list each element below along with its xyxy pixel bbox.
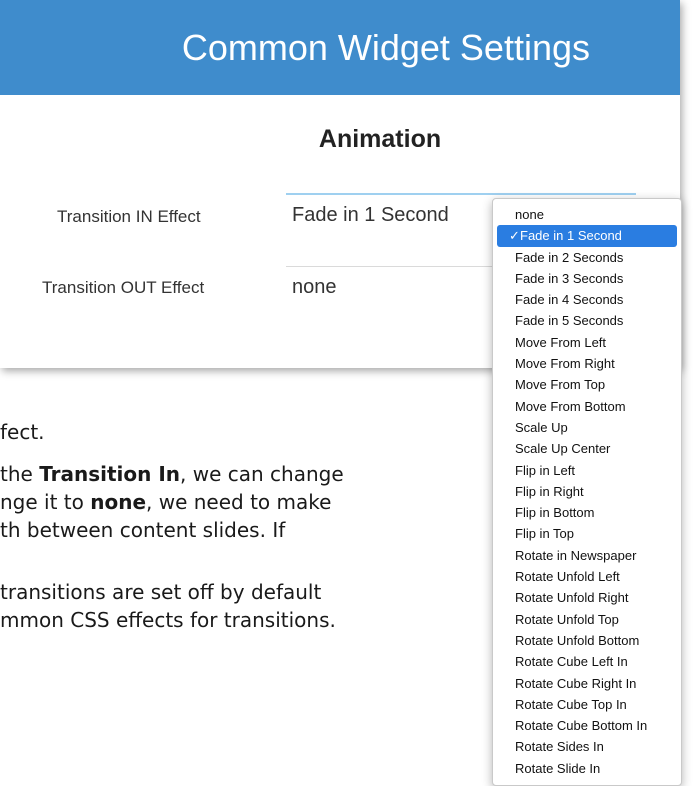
dropdown-option-label: Flip in Left (515, 462, 575, 478)
dropdown-option[interactable]: Fade in 3 Seconds (493, 268, 681, 289)
dropdown-option-label: Rotate Sides In (515, 739, 604, 755)
transition-dropdown-list[interactable]: none ✓Fade in 1 Second Fade in 2 Seconds Fa… (492, 198, 682, 786)
dropdown-option-label: Fade in 4 Seconds (515, 292, 624, 308)
doc-text: nge it to (0, 490, 91, 514)
dropdown-option[interactable]: Fade in 5 Seconds (493, 310, 681, 331)
doc-line-1: fect. (0, 420, 45, 444)
dropdown-option-label: Move From Left (515, 334, 607, 350)
dropdown-option-label: Flip in Top (515, 526, 575, 542)
dropdown-option[interactable]: Rotate Unfold Bottom (493, 630, 681, 651)
dropdown-option[interactable]: Flip in Right (493, 481, 681, 502)
dropdown-option[interactable]: Move From Left (493, 332, 681, 353)
dropdown-option[interactable]: Rotate Sides In (493, 736, 681, 757)
dropdown-option-label: Rotate in Newspaper (515, 547, 637, 563)
dropdown-option[interactable]: Scale Up (493, 417, 681, 438)
dropdown-option[interactable]: none (493, 204, 681, 225)
dropdown-option[interactable]: Rotate Unfold Right (493, 587, 681, 608)
dropdown-option[interactable]: Rotate Cube Left In (493, 651, 681, 672)
dropdown-option[interactable]: Rotate in Newspaper (493, 545, 681, 566)
dropdown-option-label: Fade in 1 Second (520, 228, 622, 244)
dropdown-option[interactable]: Rotate Unfold Left (493, 566, 681, 587)
transition-out-label: Transition OUT Effect (42, 278, 205, 297)
dropdown-option-label: Rotate Unfold Right (515, 590, 629, 606)
dropdown-option-label: Rotate Slide In (515, 760, 601, 776)
dropdown-option-label: Rotate Unfold Left (515, 569, 620, 585)
dropdown-option-label: Rotate Unfold Top (515, 611, 619, 627)
dropdown-option[interactable]: Rotate Slide In (493, 758, 681, 779)
dropdown-option[interactable]: Move From Right (493, 353, 681, 374)
dropdown-option[interactable]: ✓Fade in 1 Second (497, 225, 677, 247)
dropdown-option-label: Rotate Cube Right In (515, 675, 637, 691)
section-title: Animation (318, 125, 442, 153)
checkmark-icon: ✓ (509, 228, 520, 244)
dropdown-option-label: Rotate Cube Left In (515, 654, 628, 670)
dropdown-option-label: Rotate Unfold Bottom (515, 632, 640, 648)
doc-text: , we can change (180, 462, 344, 486)
transition-in-label: Transition IN Effect (57, 207, 201, 226)
dropdown-option[interactable]: Rotate Unfold Top (493, 609, 681, 630)
dropdown-option-label: Fade in 2 Seconds (515, 249, 624, 265)
dropdown-option[interactable]: Flip in Bottom (493, 502, 681, 523)
panel-header: Common Widget Settings (0, 0, 680, 95)
doc-text: the (0, 462, 40, 486)
dropdown-option-label: Move From Bottom (515, 398, 626, 414)
dropdown-option[interactable]: Move From Top (493, 374, 681, 395)
doc-line-6: mmon CSS effects for transitions. (0, 608, 336, 632)
doc-line-3: nge it to none, we need to make (0, 490, 331, 514)
dropdown-option-label: Move From Right (515, 356, 615, 372)
dropdown-option-label: Move From Top (515, 377, 606, 393)
dropdown-option[interactable]: Fade in 2 Seconds (493, 247, 681, 268)
dropdown-option-label: Flip in Right (515, 483, 584, 499)
doc-line-4: th between content slides. If (0, 518, 286, 542)
dropdown-option-label: Rotate Cube Top In (515, 696, 627, 712)
dropdown-option-label: Flip in Bottom (515, 505, 595, 521)
dropdown-option[interactable]: Flip in Top (493, 523, 681, 544)
dropdown-option[interactable]: Flip in Left (493, 460, 681, 481)
dropdown-option-label: Scale Up (515, 419, 568, 435)
dropdown-option[interactable]: Rotate Cube Top In (493, 694, 681, 715)
dropdown-option[interactable]: Rotate Cube Right In (493, 673, 681, 694)
dropdown-option-label: Fade in 5 Seconds (515, 313, 624, 329)
dropdown-option[interactable]: Rotate Cube Bottom In (493, 715, 681, 736)
doc-text: , we need to make (146, 490, 332, 514)
dropdown-option[interactable]: Move From Bottom (493, 396, 681, 417)
doc-line-2: the Transition In, we can change (0, 462, 344, 486)
dropdown-option[interactable]: Fade in 4 Seconds (493, 289, 681, 310)
dropdown-option[interactable]: Scale Up Center (493, 438, 681, 459)
doc-bold-text: Transition In (39, 462, 181, 486)
dropdown-option-label: Rotate Cube Bottom In (515, 718, 648, 734)
panel-title: Common Widget Settings (181, 26, 590, 68)
dropdown-option-label: Scale Up Center (515, 441, 611, 457)
dropdown-option-label: none (515, 207, 544, 222)
doc-bold-text: none (90, 490, 147, 514)
dropdown-option-label: Fade in 3 Seconds (515, 270, 624, 286)
doc-line-5: transitions are set off by default (0, 580, 322, 604)
